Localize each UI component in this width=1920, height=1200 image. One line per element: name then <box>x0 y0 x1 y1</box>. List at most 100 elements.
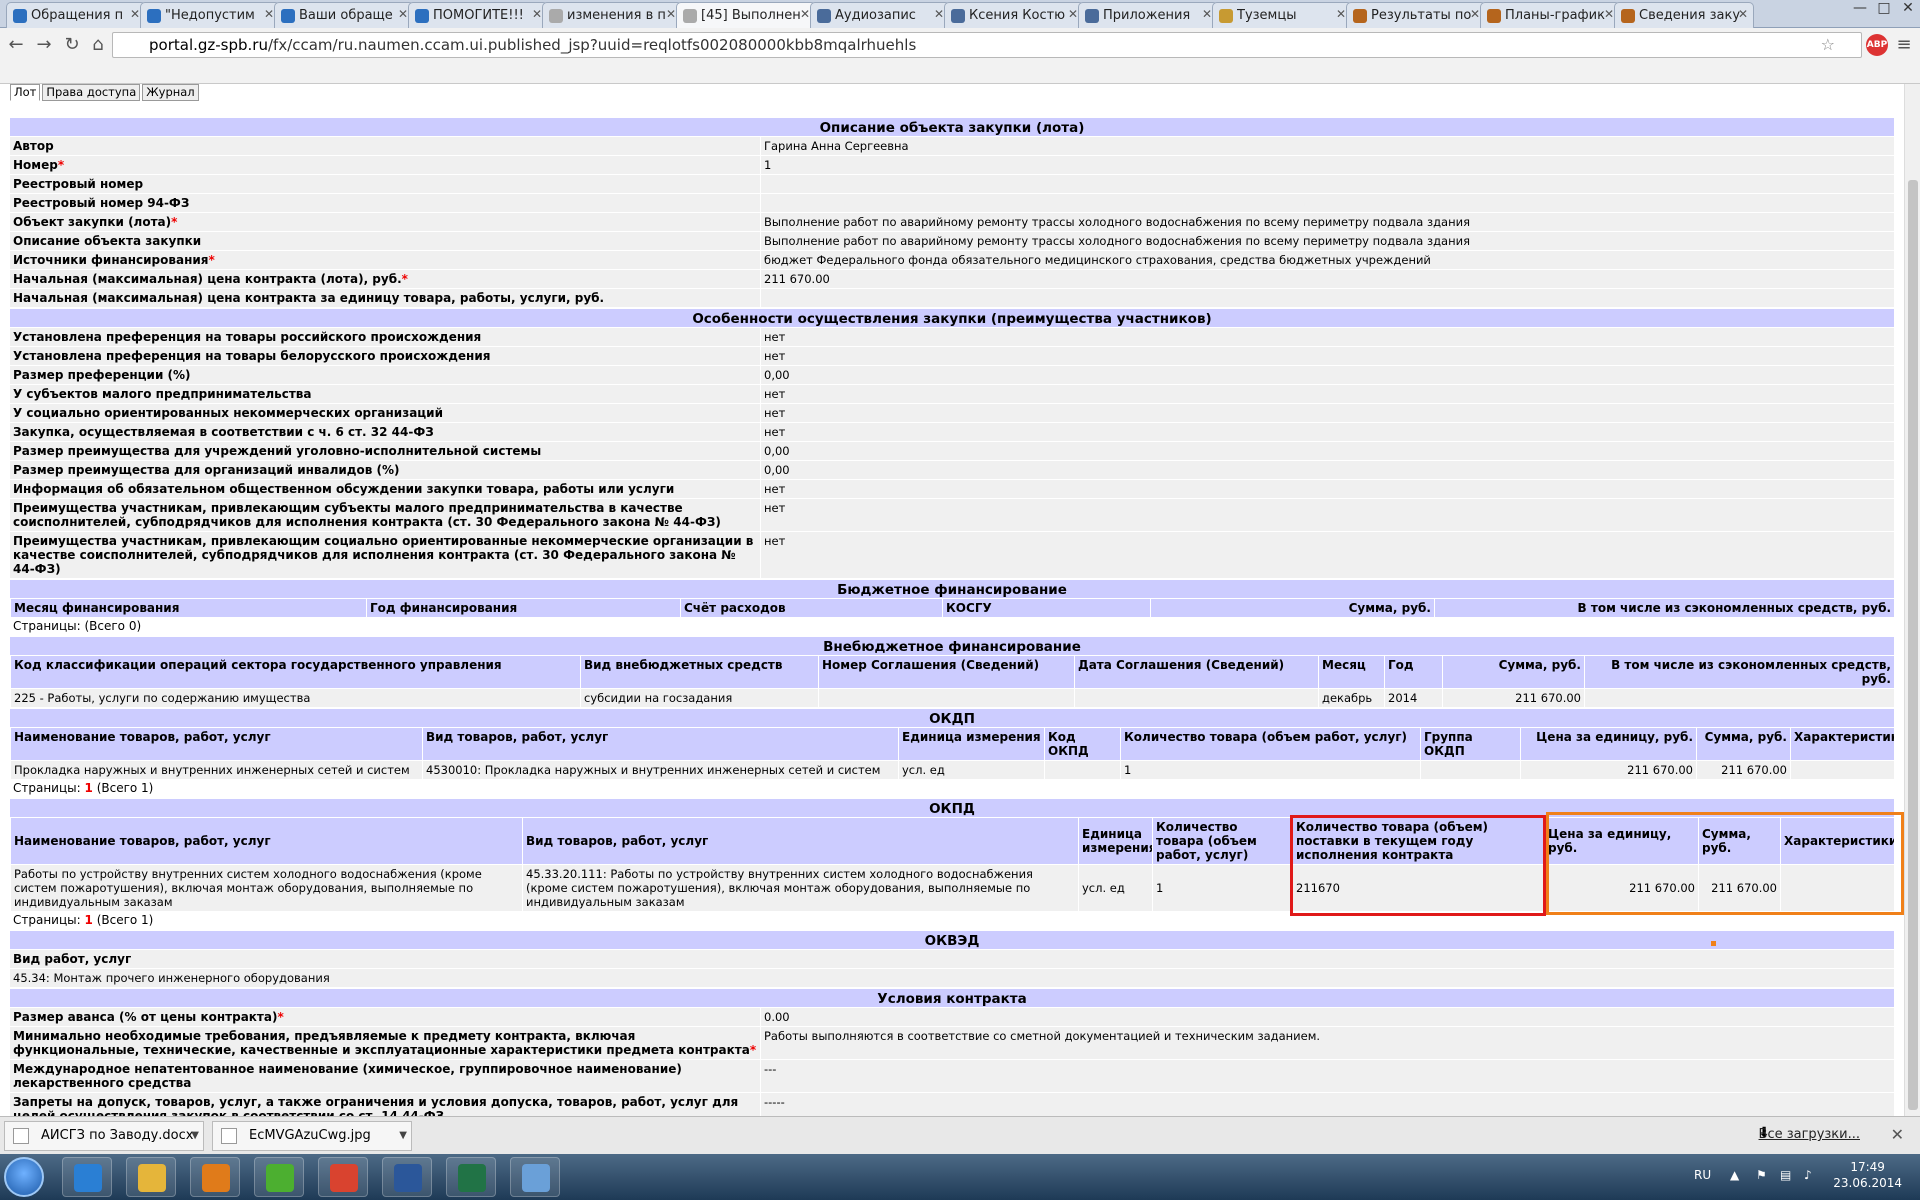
internet-explorer-taskbar-button[interactable] <box>62 1157 112 1197</box>
column-header[interactable]: Единица измерения <box>1078 818 1152 864</box>
browser-tab-strip: Обращения п ✕ "Недопустим ✕ Ваши обраще ✕ ПОМО… <box>0 0 1920 28</box>
column-header[interactable]: Счёт расходов <box>680 599 942 617</box>
chrome-taskbar-button[interactable] <box>318 1157 368 1197</box>
section-title: Описание объекта закупки (лота) <box>10 116 1894 136</box>
column-header[interactable]: Дата Соглашения (Сведений) <box>1074 656 1318 688</box>
column-header[interactable]: Номер Соглашения (Сведений) <box>818 656 1074 688</box>
column-header[interactable]: Количество товара (объем работ, услуг) <box>1152 818 1292 864</box>
subtab[interactable]: Права доступа <box>42 84 141 101</box>
close-icon[interactable]: ✕ <box>1891 1125 1904 1144</box>
column-header[interactable]: Код классификации операций сектора госуд… <box>10 656 580 688</box>
column-header[interactable]: Вид товаров, работ, услуг <box>422 728 898 760</box>
pager-page[interactable]: 1 <box>85 781 93 795</box>
field-value: 211 670.00 <box>760 270 1894 288</box>
flag-icon[interactable]: ⚑ <box>1756 1168 1767 1182</box>
close-icon[interactable]: ✕ <box>1068 7 1078 21</box>
browser-tab[interactable]: Планы-график ✕ <box>1480 2 1620 28</box>
close-icon[interactable]: ✕ <box>1336 7 1346 21</box>
tray-arrow-icon[interactable]: ▲ <box>1730 1168 1739 1182</box>
close-icon[interactable]: ✕ <box>1604 7 1614 21</box>
close-icon[interactable]: ✕ <box>398 7 408 21</box>
browser-tab[interactable]: изменения в п ✕ <box>542 2 682 28</box>
column-header[interactable]: Количество товара (объем работ, услуг) <box>1120 728 1420 760</box>
column-header[interactable]: Месяц <box>1318 656 1384 688</box>
column-header[interactable]: Сумма, руб. <box>1442 656 1584 688</box>
pager-page[interactable]: 1 <box>85 913 93 927</box>
forward-arrow-icon[interactable]: → <box>32 34 56 56</box>
column-header[interactable]: Наименование товаров, работ, услуг <box>10 818 522 864</box>
column-header[interactable]: В том числе из сэкономленных средств, ру… <box>1434 599 1894 617</box>
download-item-jpg[interactable]: EcMVGAzuCwg.jpg ▼ <box>212 1121 412 1151</box>
excel-taskbar-button[interactable] <box>446 1157 496 1197</box>
download-item-docx[interactable]: АИСГЗ по Заводу.docx ▼ <box>4 1121 204 1151</box>
column-header[interactable]: Наименование товаров, работ, услуг <box>10 728 422 760</box>
pager-total: (Всего 1) <box>96 913 154 927</box>
close-icon[interactable]: ✕ <box>666 7 676 21</box>
column-header[interactable]: Месяц финансирования <box>10 599 366 617</box>
bookmark-star-icon[interactable]: ☆ <box>1821 33 1835 57</box>
scrollbar-thumb[interactable] <box>1908 180 1918 1110</box>
chevron-down-icon[interactable]: ▼ <box>399 1122 407 1150</box>
column-header[interactable]: Год <box>1384 656 1442 688</box>
menu-icon[interactable]: ≡ <box>1892 34 1916 56</box>
volume-icon[interactable]: ♪ <box>1804 1168 1812 1182</box>
field-value: Выполнение работ по аварийному ремонту т… <box>760 213 1894 231</box>
explorer-taskbar-button[interactable] <box>126 1157 176 1197</box>
close-icon[interactable]: ✕ <box>130 7 140 21</box>
word-taskbar-button[interactable] <box>382 1157 432 1197</box>
column-header[interactable]: Характеристики <box>1790 728 1894 760</box>
paint-taskbar-button[interactable] <box>510 1157 560 1197</box>
subtab[interactable]: Лот <box>10 84 41 101</box>
all-downloads-link[interactable]: Все загрузки... <box>1759 1127 1860 1142</box>
close-icon[interactable]: ✕ <box>1738 7 1748 21</box>
browser-tab[interactable]: Ксения Костю ✕ <box>944 2 1084 28</box>
column-header[interactable]: Цена за единицу, руб. <box>1520 728 1696 760</box>
column-header[interactable]: Единица измерения <box>898 728 1044 760</box>
close-window-icon[interactable]: ✕ <box>1894 0 1920 20</box>
browser-tab[interactable]: ПОМОГИТЕ!!! ✕ <box>408 2 548 28</box>
favicon-icon <box>1353 9 1367 23</box>
column-header[interactable]: Вид внебюджетных средств <box>580 656 818 688</box>
internet-explorer-icon <box>74 1164 102 1192</box>
clock[interactable]: 17:49 23.06.2014 <box>1833 1159 1902 1191</box>
chevron-down-icon[interactable]: ▼ <box>191 1122 199 1150</box>
address-bar[interactable]: portal.gz-spb.ru/fx/ccam/ru.naumen.ccam.… <box>112 32 1862 58</box>
media-player-taskbar-button[interactable] <box>190 1157 240 1197</box>
column-header[interactable]: Вид товаров, работ, услуг <box>522 818 1078 864</box>
close-icon[interactable]: ✕ <box>532 7 542 21</box>
browser-tab[interactable]: Ваши обраще ✕ <box>274 2 414 28</box>
column-header[interactable]: Группа ОКДП <box>1420 728 1520 760</box>
field-label-text: Установлена преференция на товары россий… <box>13 330 482 344</box>
close-icon[interactable]: ✕ <box>1202 7 1212 21</box>
column-header[interactable]: Год финансирования <box>366 599 680 617</box>
column-header[interactable]: КОСГУ <box>942 599 1150 617</box>
start-button[interactable] <box>4 1157 44 1197</box>
close-icon[interactable]: ✕ <box>264 7 274 21</box>
field-value: 0,00 <box>760 442 1894 460</box>
subtab[interactable]: Журнал <box>142 84 199 101</box>
close-icon[interactable]: ✕ <box>800 7 810 21</box>
column-header[interactable]: Сумма, руб. <box>1696 728 1790 760</box>
vertical-scrollbar[interactable] <box>1904 84 1920 1116</box>
language-indicator[interactable]: RU <box>1694 1168 1711 1182</box>
back-arrow-icon[interactable]: ← <box>4 34 28 56</box>
browser-tab[interactable]: Аудиозапис ✕ <box>810 2 950 28</box>
close-icon[interactable]: ✕ <box>1470 7 1480 21</box>
home-icon[interactable]: ⌂ <box>86 34 110 56</box>
browser-tab[interactable]: Сведения заку ✕ <box>1614 2 1754 28</box>
browser-tab[interactable]: "Недопустим ✕ <box>140 2 280 28</box>
browser-tab[interactable]: Приложения ✕ <box>1078 2 1218 28</box>
adblock-icon[interactable]: ABP <box>1866 34 1888 56</box>
chrome-icon <box>330 1164 358 1192</box>
column-header[interactable]: Сумма, руб. <box>1150 599 1434 617</box>
column-header[interactable]: В том числе из сэкономленных средств, ру… <box>1584 656 1894 688</box>
close-icon[interactable]: ✕ <box>934 7 944 21</box>
browser-tab[interactable]: Обращения п ✕ <box>6 2 146 28</box>
browser-tab[interactable]: [45] Выполнен ✕ <box>676 2 816 28</box>
browser-tab[interactable]: Туземцы ✕ <box>1212 2 1352 28</box>
network-icon[interactable]: ▤ <box>1780 1168 1791 1182</box>
reload-icon[interactable]: ↻ <box>60 34 84 56</box>
browser-tab[interactable]: Результаты по ✕ <box>1346 2 1486 28</box>
column-header[interactable]: Код ОКПД <box>1044 728 1120 760</box>
icq-taskbar-button[interactable] <box>254 1157 304 1197</box>
